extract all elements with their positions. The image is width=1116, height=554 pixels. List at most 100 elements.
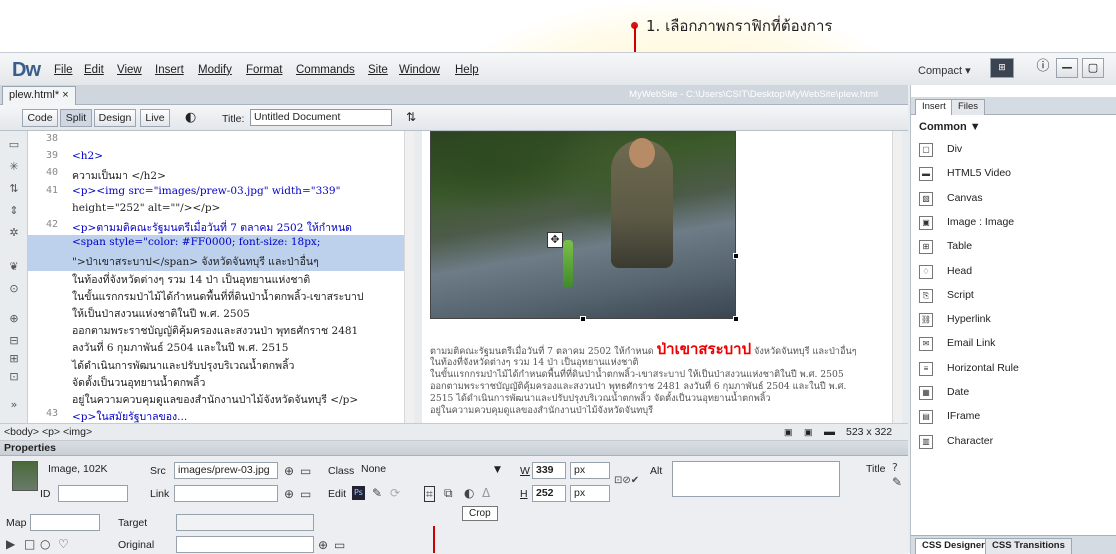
menu-file[interactable]: File bbox=[54, 64, 73, 76]
brightness-contrast-icon[interactable]: ◐ bbox=[464, 486, 474, 500]
map-input[interactable] bbox=[30, 514, 100, 531]
link-input[interactable] bbox=[174, 485, 278, 502]
highlight-invalid-icon[interactable]: ⊕ bbox=[8, 313, 20, 325]
menu-window[interactable]: Window bbox=[399, 64, 440, 76]
tab-insert[interactable]: Insert bbox=[915, 99, 953, 115]
design-view-button[interactable]: Design bbox=[94, 109, 136, 127]
class-select[interactable]: None bbox=[358, 462, 508, 479]
src-input[interactable]: images/prew-03.jpg bbox=[174, 462, 278, 479]
alt-input[interactable] bbox=[672, 461, 840, 497]
lock-icon[interactable]: ⊡⊘✔ bbox=[614, 474, 639, 488]
design-highlight: ป่าเขาสระบาป bbox=[656, 340, 752, 358]
resize-handle-corner[interactable] bbox=[733, 316, 739, 322]
point-to-file-icon[interactable]: ⊕ bbox=[284, 464, 294, 478]
tab-css-transitions[interactable]: CSS Transitions bbox=[985, 538, 1072, 554]
select-tool-icon[interactable]: ▣ bbox=[784, 424, 793, 440]
help-icon[interactable]: ? bbox=[892, 461, 898, 475]
tag-selector[interactable]: <body> <p> <img> bbox=[4, 424, 92, 440]
rectangle-hotspot-icon[interactable]: □ bbox=[24, 537, 35, 551]
more-tools-icon[interactable]: » bbox=[8, 399, 20, 411]
code-line: <p>ในสมัยรัฐบาลของ... bbox=[72, 411, 188, 423]
select-parent-tag-icon[interactable]: ✲ bbox=[8, 227, 20, 239]
desktop-size-icon[interactable]: ▬ bbox=[824, 424, 835, 440]
design-view[interactable]: ✥ ตามมติคณะรัฐมนตรีเมื่อวันที่ 7 ตลาคม 2… bbox=[422, 131, 902, 423]
original-input[interactable] bbox=[176, 536, 314, 553]
window-size[interactable]: 523 x 322 bbox=[846, 424, 892, 440]
balance-braces-icon[interactable]: ❦ bbox=[8, 261, 20, 273]
collapse-selection-icon[interactable]: ⇅ bbox=[8, 183, 20, 195]
split-view-button[interactable]: Split bbox=[60, 109, 92, 127]
selected-image[interactable]: ✥ bbox=[430, 131, 736, 319]
minimize-button[interactable]: — bbox=[1056, 58, 1078, 78]
code-view-button[interactable]: Code bbox=[22, 109, 58, 127]
category-dropdown[interactable]: Common ▼ bbox=[919, 121, 981, 133]
info-icon[interactable]: ⓘ bbox=[1035, 58, 1051, 78]
remove-comment-icon[interactable]: ⊞ bbox=[8, 353, 20, 365]
circle-hotspot-icon[interactable]: ○ bbox=[40, 537, 50, 551]
menu-insert[interactable]: Insert bbox=[155, 64, 184, 76]
image-settings-icon[interactable]: ✎ bbox=[372, 486, 382, 500]
collapse-tag-icon[interactable]: ✳ bbox=[8, 161, 20, 173]
tablet-size-icon[interactable]: ▣ bbox=[804, 424, 813, 440]
insert-item-icon: ▧ bbox=[919, 191, 933, 206]
menu-view[interactable]: View bbox=[117, 64, 142, 76]
workspace-switcher[interactable]: Compact ▾ bbox=[918, 64, 971, 77]
line-number: 39 bbox=[45, 150, 58, 162]
width-input[interactable]: 339 bbox=[532, 462, 566, 479]
coding-toolbar: ▭ ✳ ⇅ ⇕ ✲ ❦ ⊙ ⊕ ⊟ ⊞ ⊡ » bbox=[0, 131, 28, 423]
title-input[interactable]: Untitled Document bbox=[250, 109, 392, 126]
original-folder-icon[interactable]: ▭ bbox=[334, 538, 345, 552]
maximize-button[interactable]: ▢ bbox=[1082, 58, 1104, 78]
width-unit-select[interactable]: px bbox=[570, 462, 610, 479]
menu-site[interactable]: Site bbox=[368, 64, 388, 76]
design-scrollbar[interactable] bbox=[892, 131, 902, 423]
height-unit-select[interactable]: px bbox=[570, 485, 610, 502]
crop-icon[interactable]: ⌗ bbox=[424, 486, 435, 502]
tab-files[interactable]: Files bbox=[951, 99, 986, 115]
polygon-hotspot-icon[interactable]: ♡ bbox=[58, 537, 69, 551]
target-select[interactable] bbox=[176, 514, 314, 531]
insert-item-label: Date bbox=[947, 386, 970, 398]
menu-format[interactable]: Format bbox=[246, 64, 282, 76]
resize-handle-bottom[interactable] bbox=[580, 316, 586, 322]
line-numbers-icon[interactable]: ⊙ bbox=[8, 283, 20, 295]
menu-commands[interactable]: Commands bbox=[296, 64, 355, 76]
menu-edit[interactable]: Edit bbox=[84, 64, 104, 76]
quick-tag-editor-icon[interactable]: ✎ bbox=[892, 475, 902, 489]
photoshop-edit-icon[interactable]: Ps bbox=[352, 486, 365, 500]
menu-modify[interactable]: Modify bbox=[198, 64, 232, 76]
height-input[interactable]: 252 bbox=[532, 485, 566, 502]
document-tab[interactable]: plew.html* × bbox=[2, 86, 76, 105]
pointer-hotspot-icon[interactable]: ▶ bbox=[6, 537, 15, 551]
code-scrollbar[interactable] bbox=[404, 131, 414, 423]
globe-icon[interactable]: ◐ bbox=[185, 110, 196, 125]
live-view-button[interactable]: Live bbox=[140, 109, 170, 127]
menu-help[interactable]: Help bbox=[455, 64, 479, 76]
id-input[interactable] bbox=[58, 485, 128, 502]
link-point-icon[interactable]: ⊕ bbox=[284, 487, 294, 501]
document-path: MyWebSite - C:\Users\CSIT\Desktop\MyWebS… bbox=[629, 89, 878, 100]
chevron-down-icon[interactable]: ▼ bbox=[494, 465, 501, 475]
original-point-icon[interactable]: ⊕ bbox=[318, 538, 328, 552]
file-management-icon[interactable]: ⇅ bbox=[406, 110, 416, 124]
apply-comment-icon[interactable]: ⊟ bbox=[8, 335, 20, 347]
chevron-down-icon: ▾ bbox=[965, 65, 971, 77]
link-folder-icon[interactable]: ▭ bbox=[300, 487, 311, 501]
open-documents-icon[interactable]: ▭ bbox=[8, 139, 20, 151]
update-from-original-icon[interactable]: ⟳ bbox=[390, 486, 400, 500]
code-view[interactable]: 38 39 <h2> 40 ความเป็นมา </h2> 41 <p><img src=… bbox=[28, 131, 414, 423]
resize-handle-right[interactable] bbox=[733, 253, 739, 259]
resample-icon[interactable]: ⧉ bbox=[444, 486, 453, 500]
id-label: ID bbox=[40, 488, 51, 500]
insert-item-icon: ▢ bbox=[919, 143, 933, 157]
sharpen-icon[interactable]: Δ bbox=[482, 486, 490, 500]
code-line: จัดตั้งเป็นวนอุทยานน้ำตกพลิ้ว bbox=[72, 376, 206, 389]
expand-all-icon[interactable]: ⇕ bbox=[8, 205, 20, 217]
browse-folder-icon[interactable]: ▭ bbox=[300, 464, 311, 478]
edit-label: Edit bbox=[328, 488, 347, 500]
annotation-label: 1. เลือกภาพกราฟิกที่ต้องการ bbox=[646, 17, 833, 35]
tab-css-designer[interactable]: CSS Designer bbox=[915, 538, 992, 554]
wrap-tag-icon[interactable]: ⊡ bbox=[8, 371, 20, 383]
image-thumbnail bbox=[12, 461, 38, 491]
extensions-button[interactable]: ⊞ bbox=[990, 58, 1014, 78]
